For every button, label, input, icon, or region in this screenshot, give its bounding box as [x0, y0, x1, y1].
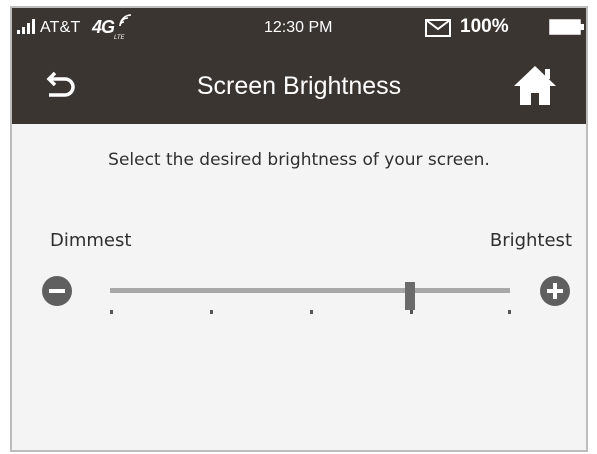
- network-4g-lte-icon: 4G LTE: [92, 12, 138, 42]
- brightest-label: Brightest: [489, 230, 572, 251]
- device-screen: AT&T 4G LTE 12:30 PM 100% Screen Brightn…: [10, 6, 588, 452]
- decrease-brightness-button[interactable]: [42, 276, 72, 306]
- slider-tick: [508, 310, 511, 314]
- increase-brightness-button[interactable]: [540, 276, 570, 306]
- network-type: 4G: [92, 17, 115, 37]
- home-button[interactable]: [512, 63, 562, 109]
- home-icon: [514, 66, 556, 105]
- brightness-slider-thumb[interactable]: [405, 282, 415, 310]
- slider-tick: [110, 310, 113, 314]
- dimmest-label: Dimmest: [50, 230, 132, 251]
- slider-tick: [410, 310, 413, 314]
- brightness-slider[interactable]: [110, 282, 510, 310]
- brightness-panel: Select the desired brightness of your sc…: [12, 124, 586, 450]
- mail-icon: [425, 19, 451, 37]
- instruction-text: Select the desired brightness of your sc…: [108, 150, 490, 170]
- battery-percentage: 100%: [460, 16, 509, 37]
- battery-icon: [549, 19, 584, 35]
- data-activity-icon: [119, 14, 132, 27]
- signal-strength-icon: [17, 19, 35, 34]
- status-time: 12:30 PM: [264, 19, 333, 36]
- slider-tick: [310, 310, 313, 314]
- slider-tick: [210, 310, 213, 314]
- network-subtype: LTE: [114, 35, 125, 41]
- page-title: Screen Brightness: [196, 72, 402, 100]
- status-bar: AT&T 4G LTE 12:30 PM 100%: [12, 8, 586, 48]
- header-bar: Screen Brightness: [12, 48, 586, 124]
- carrier-name: AT&T: [40, 19, 81, 36]
